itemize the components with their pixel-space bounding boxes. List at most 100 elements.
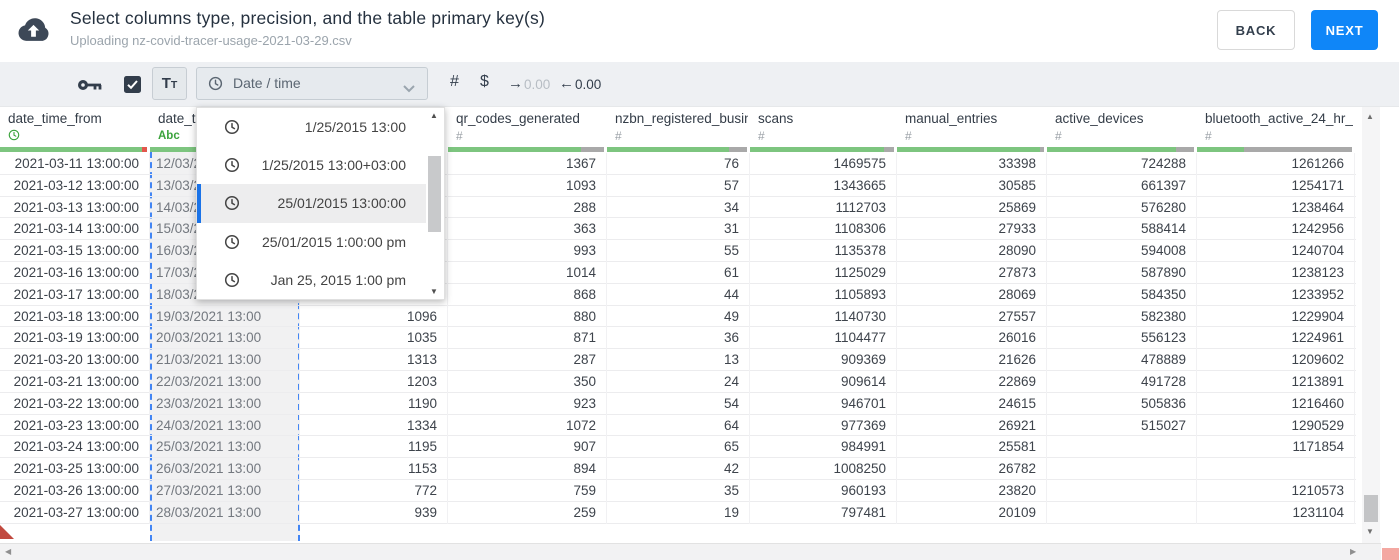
table-cell: 2021-03-13 13:00:00 — [0, 196, 150, 219]
number-type-button[interactable]: # — [450, 73, 459, 91]
dropdown-option[interactable]: 1/25/2015 13:00 — [197, 108, 426, 146]
scroll-left-icon[interactable]: ◀ — [5, 547, 11, 556]
horizontal-scrollbar[interactable]: ◀ ▶ — [0, 543, 1381, 560]
corner-flag-icon — [0, 525, 14, 539]
quality-bar-segment-gray — [580, 147, 604, 152]
column-header-date_time_from[interactable]: date_time_from — [0, 107, 150, 153]
column-quality-bar — [1197, 147, 1352, 152]
quality-bar-segment-green — [607, 147, 729, 152]
table-cell: 1190 — [300, 392, 448, 415]
table-cell: 30585 — [897, 174, 1047, 197]
column-header-active_devices[interactable]: active_devices # — [1047, 107, 1197, 153]
scroll-down-icon[interactable]: ▼ — [1366, 527, 1374, 536]
column-type-icon: # — [1205, 129, 1212, 143]
table-cell: 880 — [448, 305, 607, 328]
table-cell: 21/03/2021 13:00 — [150, 349, 300, 371]
table-cell: 1209602 — [1197, 349, 1355, 371]
quality-bar-segment-gray — [1243, 147, 1352, 152]
vertical-scrollbar[interactable]: ▲ ▼ — [1362, 107, 1380, 543]
table-cell — [1047, 479, 1197, 502]
left-arrow-icon: ← — [559, 75, 574, 92]
table-cell: 76 — [607, 153, 750, 175]
table-cell: 57 — [607, 174, 750, 197]
table-cell: 2021-03-26 13:00:00 — [0, 479, 150, 502]
column-name: date_time_from — [8, 111, 102, 126]
table-cell: 2021-03-27 13:00:00 — [0, 501, 150, 524]
quality-bar-segment-gray — [1039, 147, 1044, 152]
increase-precision-button[interactable]: → 0.00 — [508, 75, 550, 93]
scroll-up-icon[interactable]: ▲ — [1366, 112, 1374, 121]
table-cell: 1240704 — [1197, 240, 1355, 262]
currency-type-button[interactable]: $ — [480, 73, 489, 91]
table-cell: 587890 — [1047, 261, 1197, 284]
scrollbar-thumb[interactable] — [1364, 495, 1378, 522]
dropdown-option[interactable]: 25/01/2015 13:00:00 — [197, 184, 426, 223]
table-row: 2021-03-25 13:00:00 26/03/2021 13:00 1153 8… — [0, 458, 1356, 480]
table-cell: 33398 — [897, 153, 1047, 175]
clock-icon — [8, 129, 20, 141]
next-button[interactable]: NEXT — [1311, 10, 1378, 50]
option-label: Jan 25, 2015 1:00 pm — [270, 271, 406, 288]
table-cell: 1334 — [300, 414, 448, 437]
table-cell: 2021-03-23 13:00:00 — [0, 414, 150, 437]
column-header-bluetooth_active_24_hr_[interactable]: bluetooth_active_24_hr_ # — [1197, 107, 1355, 153]
table-cell: 871 — [448, 327, 607, 350]
datetime-format-dropdown: 1/25/2015 13:00 1/25/2015 13:00+03:00 25/0… — [196, 107, 445, 300]
table-cell: 28069 — [897, 283, 1047, 306]
table-cell: 25869 — [897, 196, 1047, 219]
boolean-type-checkbox-icon[interactable] — [124, 76, 141, 93]
table-row: 2021-03-19 13:00:00 20/03/2021 13:00 1035 8… — [0, 327, 1356, 350]
table-cell: 2021-03-16 13:00:00 — [0, 261, 150, 284]
table-cell: 1104477 — [750, 327, 897, 350]
table-cell: 1231104 — [1197, 501, 1355, 524]
column-header-nzbn_registered_busine[interactable]: nzbn_registered_busine # — [607, 107, 750, 153]
column-header-scans[interactable]: scans # — [750, 107, 897, 153]
column-name: qr_codes_generated — [456, 111, 580, 126]
table-cell: 1108306 — [750, 218, 897, 241]
table-cell — [1047, 458, 1197, 480]
decrease-precision-button[interactable]: ← 0.00 — [559, 75, 601, 93]
primary-key-icon[interactable] — [77, 77, 103, 98]
table-cell: 576280 — [1047, 196, 1197, 219]
scroll-down-icon[interactable]: ▼ — [430, 287, 438, 296]
clock-icon — [224, 272, 240, 287]
table-cell: 939 — [300, 501, 448, 524]
dropdown-option[interactable]: 1/25/2015 13:00+03:00 — [197, 146, 426, 184]
table-cell: 363 — [448, 218, 607, 241]
dropdown-scrollbar[interactable]: ▲ ▼ — [427, 110, 442, 297]
column-quality-bar — [897, 147, 1044, 152]
table-cell: 946701 — [750, 392, 897, 415]
table-cell: 977369 — [750, 414, 897, 437]
table-cell: 1125029 — [750, 261, 897, 284]
scrollbar-thumb[interactable] — [428, 156, 441, 232]
table-cell: 23820 — [897, 479, 1047, 502]
table-cell: 25/03/2021 13:00 — [150, 436, 300, 459]
column-header-qr_codes_generated[interactable]: qr_codes_generated # — [448, 107, 607, 153]
table-cell: 2021-03-18 13:00:00 — [0, 305, 150, 328]
table-cell: 21626 — [897, 349, 1047, 371]
scroll-up-icon[interactable]: ▲ — [430, 111, 438, 120]
table-cell: 984991 — [750, 436, 897, 459]
table-cell: 1290529 — [1197, 414, 1355, 437]
dropdown-option[interactable]: 25/01/2015 1:00:00 pm — [197, 223, 426, 261]
table-cell: 31 — [607, 218, 750, 241]
datetime-format-select[interactable]: Date / time — [196, 67, 428, 100]
clock-icon — [224, 196, 240, 211]
table-cell: 923 — [448, 392, 607, 415]
table-cell: 1096 — [300, 305, 448, 328]
table-cell: 1140730 — [750, 305, 897, 328]
table-cell: 1008250 — [750, 458, 897, 480]
column-header-manual_entries[interactable]: manual_entries # — [897, 107, 1047, 153]
quality-bar-segment-green — [448, 147, 581, 152]
table-cell: 478889 — [1047, 349, 1197, 371]
back-button[interactable]: BACK — [1217, 10, 1295, 50]
dropdown-option[interactable]: Jan 25, 2015 1:00 pm — [197, 261, 426, 299]
scroll-right-icon[interactable]: ▶ — [1350, 547, 1356, 556]
table-cell: 1112703 — [750, 196, 897, 219]
column-type-icon: # — [758, 129, 765, 143]
table-cell: 65 — [607, 436, 750, 459]
string-type-button[interactable]: TT — [152, 67, 187, 100]
table-cell: 1093 — [448, 174, 607, 197]
table-cell: 1072 — [448, 414, 607, 437]
table-cell: 1135378 — [750, 240, 897, 262]
